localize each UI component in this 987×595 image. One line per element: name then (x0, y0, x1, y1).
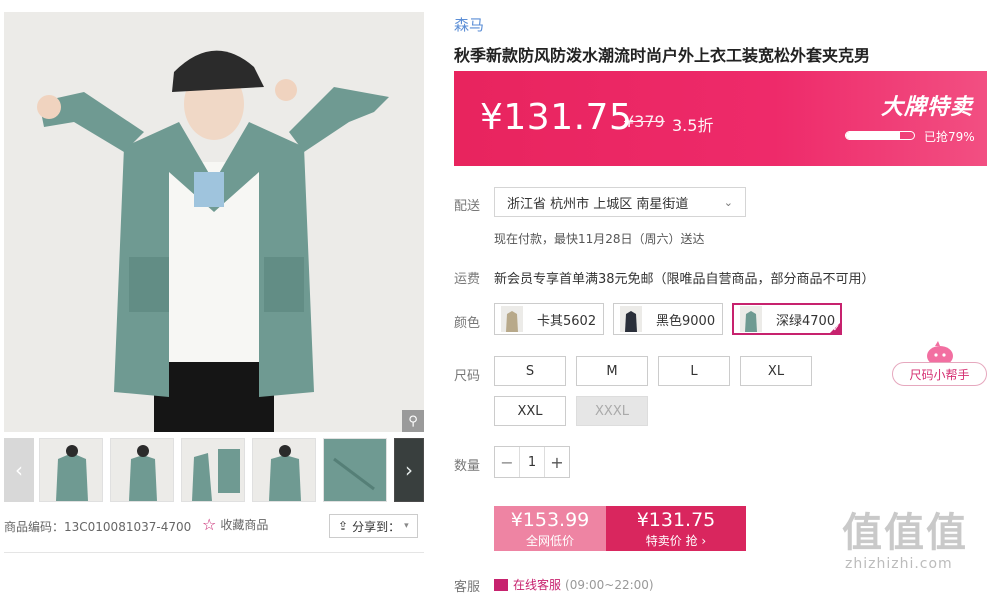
star-icon: ☆ (202, 515, 217, 534)
size-option-xxl[interactable]: XXL (494, 396, 566, 426)
main-product-image[interactable]: ⚲ (4, 12, 424, 432)
thumbnail-3[interactable] (181, 438, 245, 502)
buy-now-label: 特卖价 抢 › (645, 534, 707, 548)
thumbnail-2[interactable] (110, 438, 174, 502)
quantity-plus-button[interactable]: + (545, 447, 569, 477)
shipping-text: 新会员专享首单满38元免邮（限唯品自营商品，部分商品不可用） (494, 272, 875, 287)
share-button[interactable]: ⇪ 分享到： ▾ (329, 514, 418, 538)
watermark-logo: 值值值 (842, 510, 968, 556)
quantity-stepper: − 1 + (494, 446, 570, 478)
color-label: 颜色 (454, 316, 481, 331)
size-option-l[interactable]: L (658, 356, 730, 386)
share-icon: ⇪ (338, 519, 349, 533)
color-option-khaki[interactable]: 卡其5602 (494, 303, 604, 335)
thumb-prev-button[interactable]: ‹ (4, 438, 34, 502)
size-option-s[interactable]: S (494, 356, 566, 386)
address-select[interactable]: 浙江省 杭州市 上城区 南星街道 ⌄ (494, 187, 746, 217)
chevron-down-icon: ⌄ (723, 195, 733, 209)
sold-progress-bar (845, 131, 915, 140)
thumbnail-1[interactable] (39, 438, 103, 502)
product-title: 秋季新款防风防泼水潮流时尚户外上衣工装宽松外套夹克男 (454, 46, 871, 65)
divider (4, 552, 424, 553)
delivery-eta: 现在付款，最快11月28日（周六）送达 (494, 232, 705, 246)
favorite-button[interactable]: ☆ 收藏商品 (202, 515, 268, 534)
service-label: 客服 (454, 580, 481, 595)
thumb-next-button[interactable]: › (394, 438, 424, 502)
color-option-darkgreen[interactable]: 深绿4700 ✓ (732, 303, 842, 335)
sale-price: ¥131.75 (636, 509, 716, 531)
product-photo (4, 12, 424, 432)
thumbnail-5[interactable] (323, 438, 387, 502)
chevron-right-icon: › (405, 458, 413, 482)
original-price: ¥379 (624, 112, 665, 131)
promo-title: 大牌特卖 (880, 95, 973, 120)
size-helper-label: 尺码小帮手 (892, 362, 987, 386)
current-price: ¥131.75 (480, 97, 633, 138)
delivery-label: 配送 (454, 199, 481, 214)
sold-progress-fill (846, 132, 900, 139)
market-price: ¥153.99 (510, 509, 590, 531)
color-option-black[interactable]: 黑色9000 (613, 303, 723, 335)
quantity-label: 数量 (454, 459, 481, 474)
chevron-down-icon: ▾ (404, 521, 409, 531)
color-name: 黑色9000 (656, 313, 716, 329)
buy-now-button[interactable]: ¥131.75 特卖价 抢 › (606, 506, 746, 551)
size-option-m[interactable]: M (576, 356, 648, 386)
discount-label: 3.5折 (672, 116, 714, 135)
address-value: 浙江省 杭州市 上城区 南星街道 (507, 196, 689, 212)
favorite-label: 收藏商品 (220, 518, 269, 532)
color-swatch (620, 306, 642, 332)
zoom-icon[interactable]: ⚲ (402, 410, 424, 432)
color-name: 深绿4700 (776, 313, 836, 329)
chevron-left-icon: ‹ (15, 458, 23, 482)
market-price-label: 全网低价 (525, 534, 574, 548)
sold-progress-text: 已抢79% (924, 130, 975, 144)
color-swatch (740, 306, 762, 332)
color-name: 卡其5602 (537, 313, 597, 329)
check-icon: ✓ (832, 324, 840, 334)
size-helper[interactable]: 尺码小帮手 (892, 340, 987, 386)
brand-link[interactable]: 森马 (454, 14, 484, 35)
thumbnail-4[interactable] (252, 438, 316, 502)
quantity-input[interactable]: 1 (519, 447, 545, 477)
size-option-xl[interactable]: XL (740, 356, 812, 386)
color-swatch (501, 306, 523, 332)
price-banner: ¥131.75 ¥379 3.5折 大牌特卖 已抢79% (454, 71, 987, 166)
market-price-button[interactable]: ¥153.99 全网低价 (494, 506, 606, 551)
share-label: 分享到： (352, 519, 401, 534)
watermark-url: zhizhizhi.com (845, 556, 953, 572)
product-code: 商品编码：13C010081037-4700 (4, 520, 192, 534)
size-label: 尺码 (454, 369, 481, 384)
quantity-minus-button[interactable]: − (495, 447, 519, 477)
shipping-label: 运费 (454, 272, 481, 287)
size-option-xxxl: XXXL (576, 396, 648, 426)
